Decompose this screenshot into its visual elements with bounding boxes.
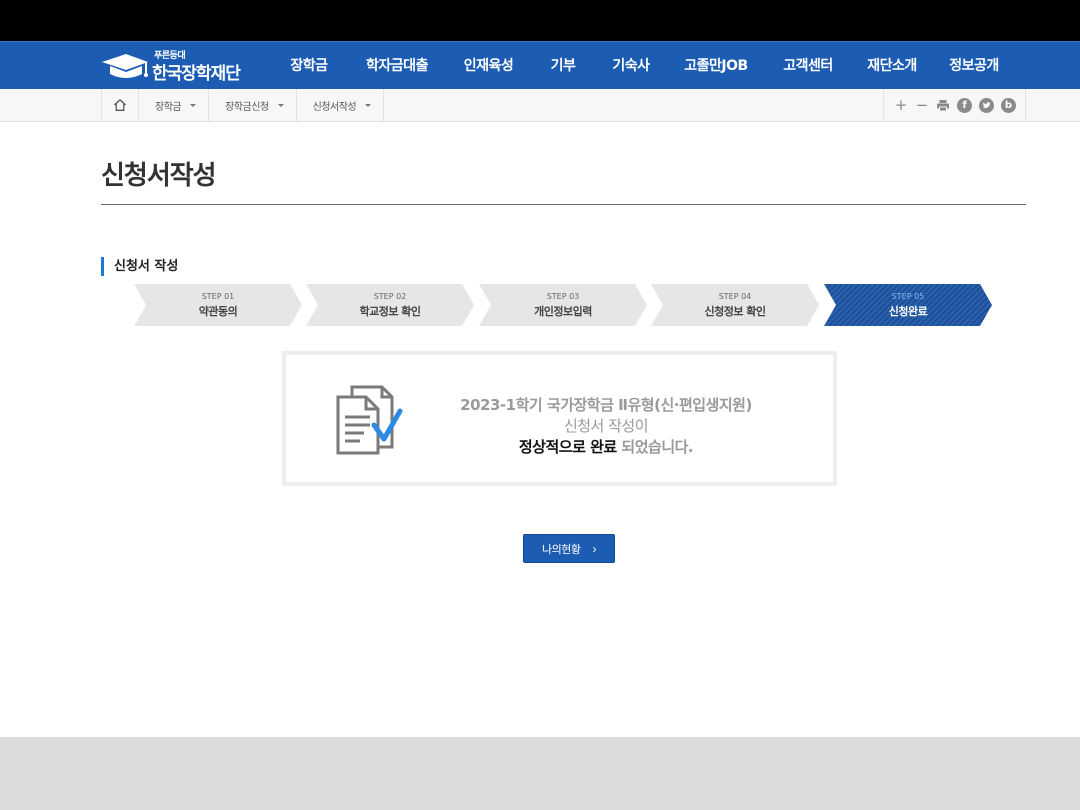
menu-dormitory[interactable]: 기숙사: [595, 42, 667, 90]
message-line-3: 정상적으로 완료 되었습니다.: [436, 437, 776, 458]
caret-down-icon: [365, 103, 372, 107]
menu-customer-center[interactable]: 고객센터: [765, 42, 851, 90]
menu-disclosure[interactable]: 정보공개: [933, 42, 1015, 90]
completion-message: 2023-1학기 국가장학금 Ⅱ유형(신·편입생지원) 신청서 작성이 정상적으…: [436, 395, 776, 458]
caret-down-icon: [190, 103, 197, 107]
menu-donation[interactable]: 기부: [531, 42, 595, 90]
step-label: 개인정보입력: [534, 305, 592, 318]
step-number: STEP 05: [891, 292, 925, 301]
step-number: STEP 02: [373, 292, 407, 301]
step-04: STEP 04 신청정보 확인: [651, 284, 819, 326]
step-number: STEP 04: [718, 292, 752, 301]
twitter-icon[interactable]: [979, 98, 994, 113]
site-logo[interactable]: 푸른등대 한국장학재단: [100, 46, 260, 86]
browser-top-bar: [0, 0, 1080, 41]
logo-title: 한국장학재단: [152, 64, 241, 84]
step-02: STEP 02 학교정보 확인: [306, 284, 474, 326]
step-label: 신청정보 확인: [704, 305, 766, 318]
home-button[interactable]: [102, 89, 139, 121]
caret-down-icon: [277, 103, 284, 107]
facebook-icon[interactable]: f: [957, 98, 972, 113]
step-label: 약관동의: [198, 305, 238, 318]
zoom-out-icon[interactable]: −: [915, 98, 929, 113]
breadcrumb-label: 장학금: [155, 101, 182, 113]
message-line-2: 신청서 작성이: [563, 417, 649, 435]
menu-job[interactable]: 고졸만JOB: [667, 42, 765, 90]
breadcrumb-item-write[interactable]: 신청서작성: [297, 89, 385, 121]
message-strong: 정상적으로 완료: [518, 438, 617, 456]
footer: [0, 737, 1080, 810]
step-label: 신청완료: [888, 305, 928, 318]
menu-scholarship[interactable]: 장학금: [270, 42, 348, 90]
title-divider: [101, 204, 1026, 205]
completion-message-box: 2023-1학기 국가장학금 Ⅱ유형(신·편입생지원) 신청서 작성이 정상적으…: [282, 351, 837, 486]
breadcrumb: 장학금 장학금신청 신청서작성: [101, 89, 385, 122]
step-01: STEP 01 약관동의: [134, 284, 302, 326]
message-rest: 되었습니다.: [616, 438, 694, 456]
step-03: STEP 03 개인정보입력: [479, 284, 647, 326]
graduation-cap-icon: [102, 54, 148, 78]
menu-student-loan[interactable]: 학자금대출: [348, 42, 446, 90]
step-05-active: STEP 05 신청완료: [824, 284, 992, 326]
blog-icon[interactable]: b: [1001, 98, 1016, 113]
section-title: 신청서 작성: [101, 257, 178, 276]
page-tools: + − f b: [883, 89, 1026, 122]
breadcrumb-label: 신청서작성: [312, 101, 357, 113]
breadcrumb-label: 장학금신청: [225, 101, 269, 113]
print-icon[interactable]: [936, 99, 950, 112]
home-icon: [114, 98, 126, 111]
zoom-in-icon[interactable]: +: [894, 98, 908, 113]
breadcrumb-item-scholarship[interactable]: 장학금: [139, 89, 210, 121]
message-line-1: 2023-1학기 국가장학금 Ⅱ유형(신·편입생지원): [460, 396, 752, 414]
step-number: STEP 03: [546, 292, 580, 301]
main-menu: 장학금 학자금대출 인재육성 기부 기숙사 고졸만JOB 고객센터 재단소개 정…: [270, 42, 1015, 90]
step-label: 학교정보 확인: [359, 305, 421, 318]
page-title: 신청서작성: [101, 161, 217, 191]
breadcrumb-item-apply[interactable]: 장학금신청: [209, 89, 297, 121]
chevron-right-icon: ›: [592, 541, 596, 556]
menu-about[interactable]: 재단소개: [851, 42, 933, 90]
my-status-label: 나의현황: [542, 543, 581, 556]
menu-talent[interactable]: 인재육성: [446, 42, 531, 90]
document-check-icon: [336, 385, 403, 455]
step-indicator: STEP 01 약관동의 STEP 02 학교정보 확인 STEP 03 개인정…: [134, 284, 1004, 326]
step-number: STEP 01: [201, 292, 235, 301]
global-nav: 푸른등대 한국장학재단 장학금 학자금대출 인재육성 기부 기숙사 고졸만JOB…: [0, 41, 1080, 89]
location-bar: 장학금 장학금신청 신청서작성 + − f b: [0, 89, 1080, 122]
my-status-button[interactable]: 나의현황 ›: [523, 534, 615, 563]
